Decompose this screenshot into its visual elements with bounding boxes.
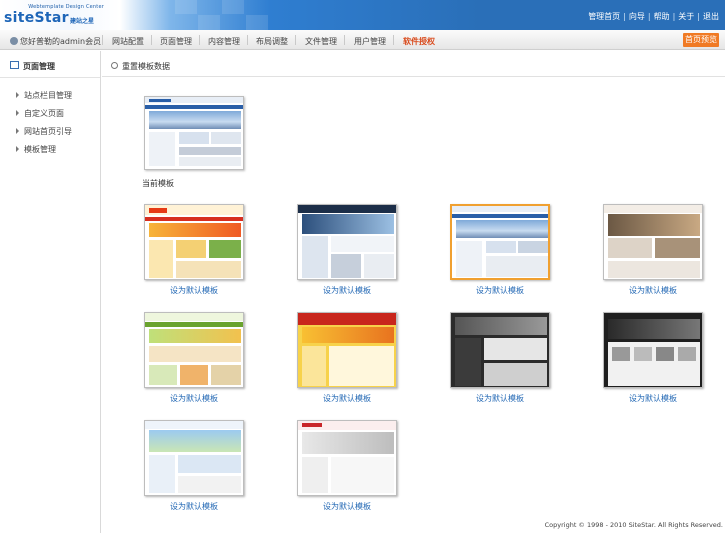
set-default-template-link[interactable]: 设为默认模板 [297,393,397,404]
top-links: 管理首页 | 向导 | 帮助 | 关于 | 退出 [588,12,719,21]
sidebar-item-label: 自定义页面 [24,109,64,118]
user-greeting-text: 您好普勒的admin会员 [20,37,102,46]
sidebar-title: 页面管理 [23,62,55,71]
nav-layout-adjust[interactable]: 布局调整 [256,36,288,47]
user-greeting: 您好普勒的admin会员 [10,36,101,47]
sidebar-item-home-guide[interactable]: 网站首页引导 [16,126,72,137]
main-panel: 重置模板数据 当前模板 设为默认模板 设为默认模板 设为默认模板 设为默认模板 … [102,51,725,533]
set-default-template-link[interactable]: 设为默认模板 [297,285,397,296]
set-default-template-link[interactable]: 设为默认模板 [603,393,703,404]
reset-template-data-link[interactable]: 重置模板数据 [122,61,170,72]
nav-page-manage[interactable]: 页面管理 [160,36,192,47]
page-manage-icon [10,61,19,69]
set-default-template-link[interactable]: 设为默认模板 [144,501,244,512]
set-default-template-link[interactable]: 设为默认模板 [144,393,244,404]
set-default-template-link[interactable]: 设为默认模板 [144,285,244,296]
arrow-right-icon [16,146,19,152]
current-template-thumbnail [144,96,244,170]
link-logout[interactable]: 退出 [703,12,719,21]
template-card-selected[interactable] [450,204,550,280]
set-default-template-link[interactable]: 设为默认模板 [603,285,703,296]
link-about[interactable]: 关于 [678,12,694,21]
nav-software-license[interactable]: 软件授权 [403,36,435,47]
top-header: Webtemplate Design Center siteStar 建站之星 … [0,0,725,30]
link-help[interactable]: 帮助 [654,12,670,21]
template-card[interactable] [144,312,244,388]
arrow-right-icon [16,128,19,134]
logo-cn: 建站之星 [70,18,95,25]
nav-user-manage[interactable]: 用户管理 [354,36,386,47]
sidebar-item-site-columns[interactable]: 站点栏目管理 [16,90,72,101]
template-card[interactable] [144,204,244,280]
nav-site-config[interactable]: 网站配置 [112,36,144,47]
template-card[interactable] [297,204,397,280]
arrow-right-icon [16,110,19,116]
template-card[interactable] [297,312,397,388]
sitestar-logo[interactable]: Webtemplate Design Center siteStar 建站之星 [4,4,104,28]
main-nav: 您好普勒的admin会员 网站配置 页面管理 内容管理 布局调整 文件管理 用户… [0,30,725,50]
arrow-right-icon [16,92,19,98]
link-wizard[interactable]: 向导 [629,12,645,21]
template-card[interactable] [603,312,703,388]
template-card[interactable] [144,420,244,496]
sidebar-item-template-manage[interactable]: 模板管理 [16,144,56,155]
set-default-template-link[interactable]: 设为默认模板 [297,501,397,512]
current-template-label: 当前模板 [142,179,174,188]
sidebar-item-label: 模板管理 [24,145,56,154]
nav-content-manage[interactable]: 内容管理 [208,36,240,47]
logo-brand: siteStar [4,10,69,26]
template-card[interactable] [297,420,397,496]
set-default-template-link[interactable]: 设为默认模板 [450,393,550,404]
template-card[interactable] [603,204,703,280]
sidebar-item-label: 网站首页引导 [24,127,72,136]
sidebar-item-label: 站点栏目管理 [24,91,72,100]
template-card[interactable] [450,312,550,388]
sidebar-item-custom-page[interactable]: 自定义页面 [16,108,64,119]
sidebar-header: 页面管理 [0,58,100,72]
sidebar: 页面管理 站点栏目管理 自定义页面 网站首页引导 模板管理 [0,51,101,533]
gear-icon [111,62,118,69]
main-header: 重置模板数据 [102,51,725,77]
set-default-template-link[interactable]: 设为默认模板 [450,285,550,296]
nav-file-manage[interactable]: 文件管理 [305,36,337,47]
link-admin-home[interactable]: 管理首页 [588,12,620,21]
homepage-preview-button[interactable]: 首页预览 [683,33,719,47]
copyright-footer: Copyright © 1998 - 2010 SiteStar. All Ri… [544,521,723,529]
user-icon [10,37,18,45]
